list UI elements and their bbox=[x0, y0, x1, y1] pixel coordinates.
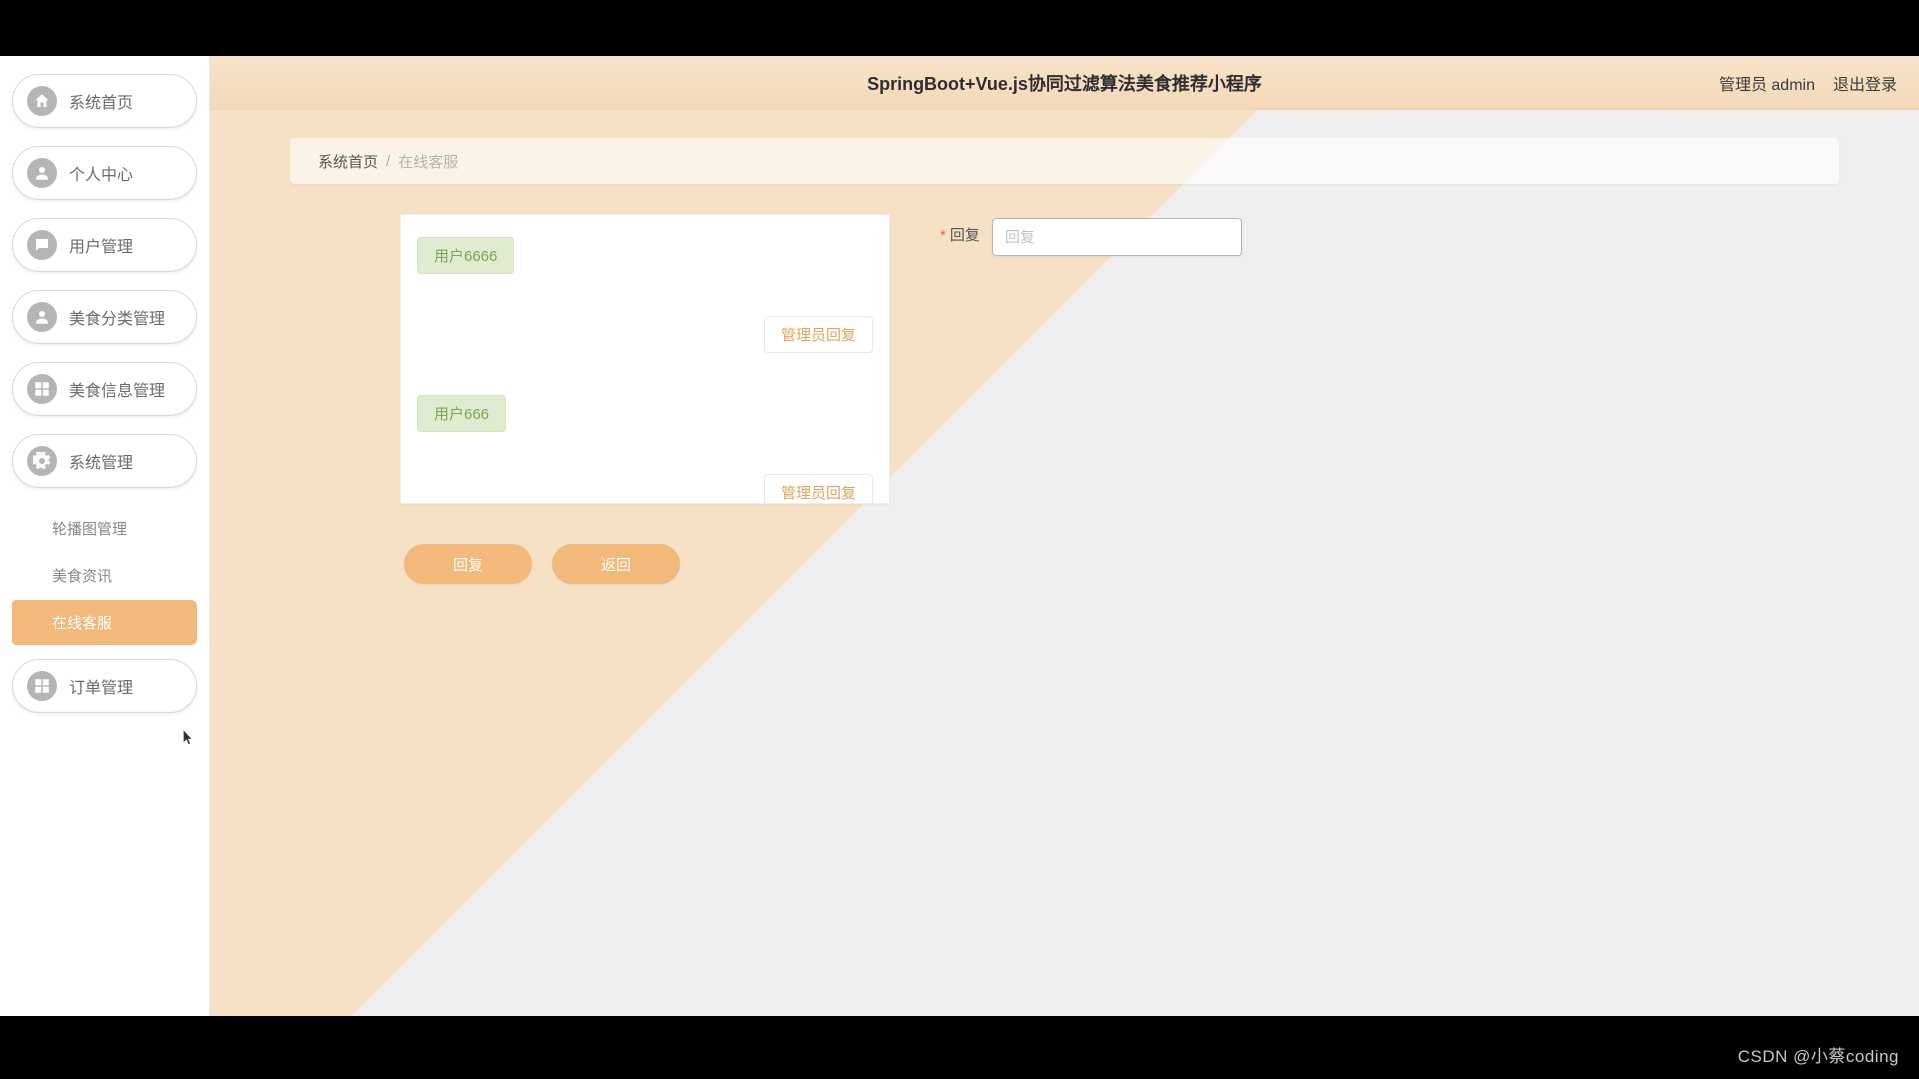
sidebar-item-home[interactable]: 系统首页 bbox=[12, 74, 197, 128]
sidebar-item-profile[interactable]: 个人中心 bbox=[12, 146, 197, 200]
sidebar-item-label: 美食信息管理 bbox=[69, 377, 182, 401]
reply-button[interactable]: 回复 bbox=[404, 544, 532, 584]
sidebar-item-food-category[interactable]: 美食分类管理 bbox=[12, 290, 197, 344]
sidebar-sub-service[interactable]: 在线客服 bbox=[12, 600, 197, 645]
chat-message-admin: 管理员回复 bbox=[417, 316, 873, 353]
sidebar-item-food-info[interactable]: 美食信息管理 bbox=[12, 362, 197, 416]
sidebar-item-users[interactable]: 用户管理 bbox=[12, 218, 197, 272]
topbar-right: 管理员 admin 退出登录 bbox=[1719, 71, 1897, 95]
chat-bubble: 用户666 bbox=[417, 395, 506, 432]
logout-link[interactable]: 退出登录 bbox=[1833, 71, 1897, 95]
reply-input[interactable] bbox=[992, 218, 1242, 256]
chat-bubble: 管理员回复 bbox=[764, 316, 873, 353]
home-icon bbox=[27, 86, 57, 116]
sidebar-item-label: 系统管理 bbox=[69, 449, 182, 473]
sidebar-item-label: 个人中心 bbox=[69, 161, 182, 185]
sidebar-item-orders[interactable]: 订单管理 bbox=[12, 659, 197, 713]
breadcrumb-current: 在线客服 bbox=[398, 151, 458, 172]
chat-history[interactable]: 用户6666 管理员回复 用户666 管理员回复 bbox=[400, 214, 890, 504]
sidebar-item-label: 用户管理 bbox=[69, 233, 182, 257]
user-icon bbox=[27, 158, 57, 188]
user-icon bbox=[27, 302, 57, 332]
reply-label: *回复 bbox=[940, 218, 980, 254]
sidebar: 系统首页 个人中心 用户管理 美食分类管理 美食信息管理 bbox=[0, 56, 210, 1016]
chat-bubble: 用户6666 bbox=[417, 237, 514, 274]
sidebar-item-label: 订单管理 bbox=[69, 674, 182, 698]
chat-icon bbox=[27, 230, 57, 260]
back-button[interactable]: 返回 bbox=[552, 544, 680, 584]
chat-message-admin: 管理员回复 bbox=[417, 474, 873, 504]
sidebar-sub-carousel[interactable]: 轮播图管理 bbox=[12, 506, 197, 551]
chat-message-user: 用户666 bbox=[417, 395, 873, 432]
breadcrumb: 系统首页 / 在线客服 bbox=[290, 138, 1839, 184]
sidebar-item-label: 系统首页 bbox=[69, 89, 182, 113]
reply-form: *回复 bbox=[940, 214, 1242, 256]
chat-bubble: 管理员回复 bbox=[764, 474, 873, 504]
page-title: SpringBoot+Vue.js协同过滤算法美食推荐小程序 bbox=[867, 70, 1262, 96]
sidebar-item-system[interactable]: 系统管理 bbox=[12, 434, 197, 488]
reply-label-text: 回复 bbox=[950, 227, 980, 244]
chat-message-user: 用户6666 bbox=[417, 237, 873, 274]
main-area: 系统首页 / 在线客服 用户6666 管理员回复 用户666 管理员回复 bbox=[210, 110, 1919, 1016]
grid-icon bbox=[27, 671, 57, 701]
gear-icon bbox=[27, 446, 57, 476]
app-window: 系统首页 个人中心 用户管理 美食分类管理 美食信息管理 bbox=[0, 56, 1919, 1016]
grid-icon bbox=[27, 374, 57, 404]
topbar: SpringBoot+Vue.js协同过滤算法美食推荐小程序 管理员 admin… bbox=[210, 56, 1919, 110]
breadcrumb-separator: / bbox=[386, 153, 390, 170]
sidebar-item-label: 美食分类管理 bbox=[69, 305, 182, 329]
watermark: CSDN @小蔡coding bbox=[1738, 1042, 1899, 1067]
content-row: 用户6666 管理员回复 用户666 管理员回复 回复 返回 bbox=[400, 214, 1839, 584]
required-mark: * bbox=[940, 227, 946, 244]
chat-column: 用户6666 管理员回复 用户666 管理员回复 回复 返回 bbox=[400, 214, 900, 584]
user-label[interactable]: 管理员 admin bbox=[1719, 71, 1815, 95]
breadcrumb-home[interactable]: 系统首页 bbox=[318, 151, 378, 172]
sidebar-sub-news[interactable]: 美食资讯 bbox=[12, 553, 197, 598]
action-buttons: 回复 返回 bbox=[400, 544, 900, 584]
